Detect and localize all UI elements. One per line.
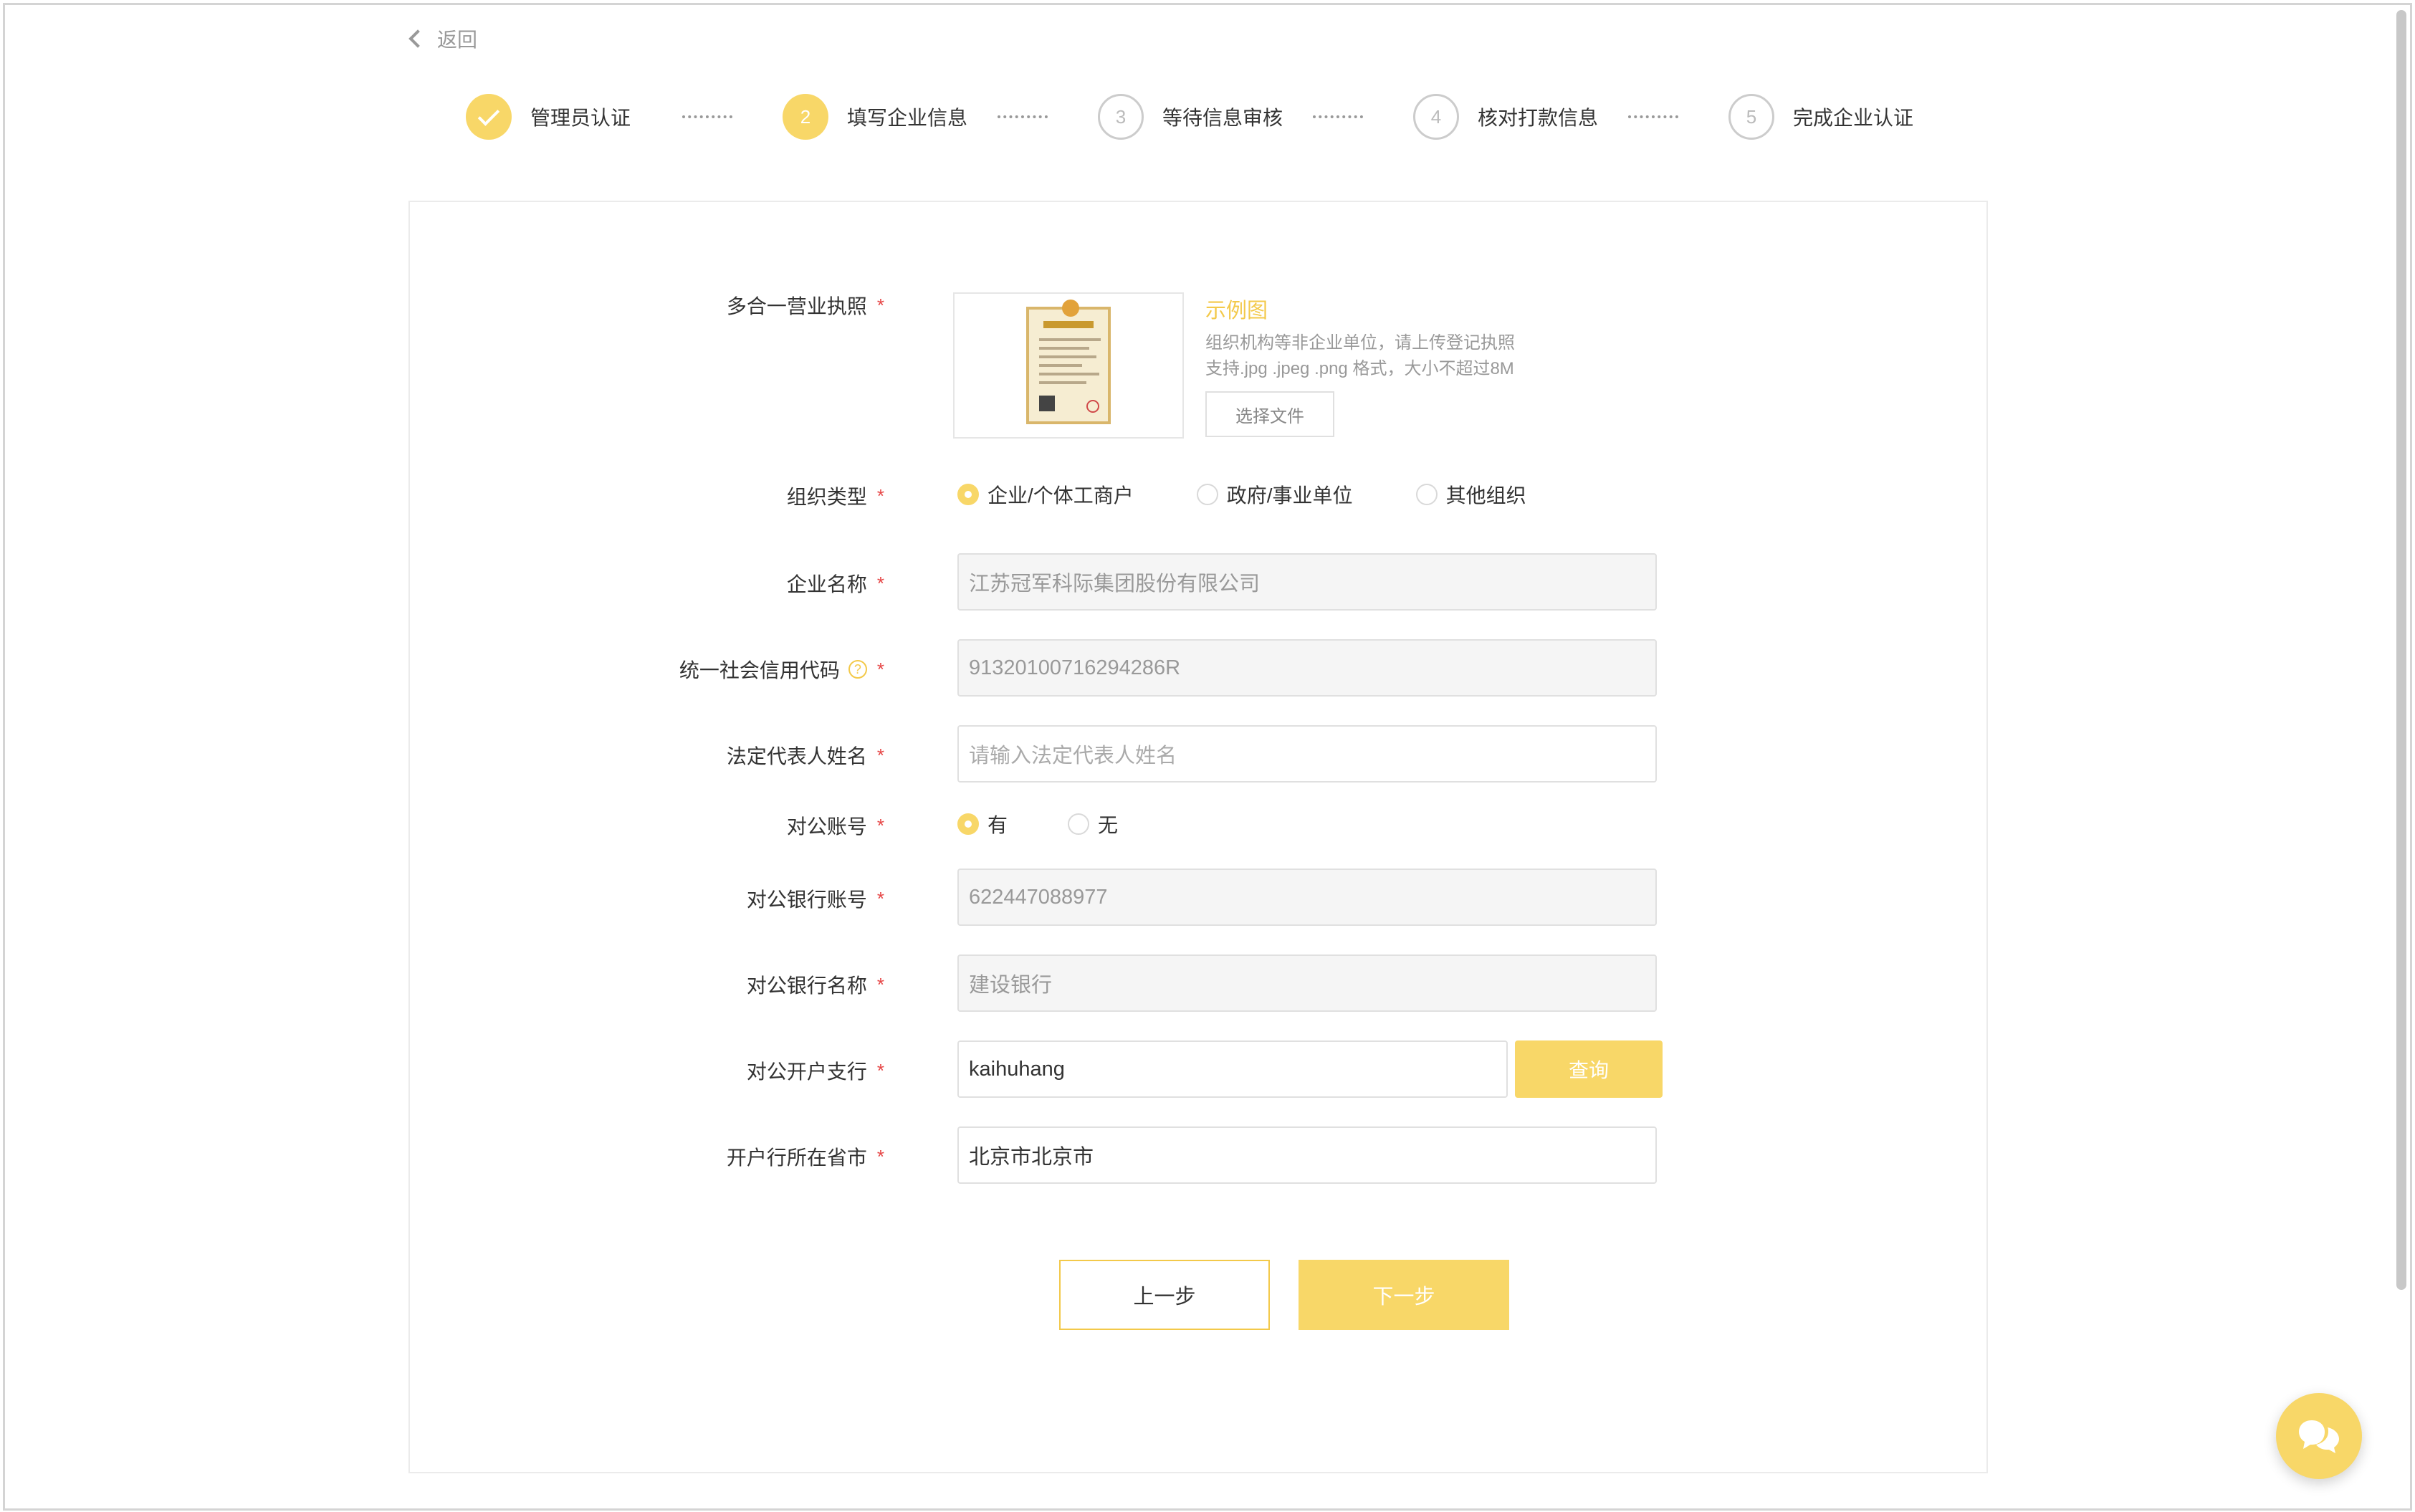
radio-government[interactable]: 政府/事业单位 (1196, 480, 1353, 509)
radio-unchecked-icon (1068, 813, 1090, 835)
step-label: 核对打款信息 (1478, 107, 1599, 129)
required-mark: * (876, 484, 884, 507)
radio-unchecked-icon (1415, 484, 1438, 505)
step-connector (1628, 115, 1678, 120)
bank-name-label: 对公银行名称 * (746, 973, 884, 997)
license-label: 多合一营业执照 * (726, 294, 884, 318)
form-card: 多合一营业执照 * 示例图 组织机构等非企业单位，请上传登记执照 支持.jpg … (408, 201, 1988, 1473)
example-image-link[interactable]: 示例图 (1205, 294, 1268, 324)
radio-no-account[interactable]: 无 (1068, 810, 1118, 838)
required-mark: * (876, 887, 884, 909)
step-review: 3 等待信息审核 (1098, 92, 1283, 142)
chat-button[interactable] (2276, 1393, 2362, 1479)
bank-region-label: 开户行所在省市 * (726, 1145, 884, 1169)
step-label: 完成企业认证 (1793, 107, 1914, 129)
step-company-info: 2 填写企业信息 (783, 92, 967, 142)
bank-branch-label: 对公开户支行 * (746, 1059, 884, 1083)
public-account-radio-group: 有 无 (957, 810, 1118, 838)
scrollbar-thumb[interactable] (2396, 10, 2406, 1290)
license-hint-1: 组织机构等非企业单位，请上传登记执照 (1205, 333, 1515, 353)
radio-checked-icon (957, 813, 979, 835)
step-payment-check: 4 核对打款信息 (1413, 92, 1598, 142)
radio-enterprise[interactable]: 企业/个体工商户 (957, 480, 1134, 509)
step-number: 2 (783, 94, 828, 140)
required-mark: * (876, 814, 884, 836)
step-connector (682, 115, 732, 120)
bank-account-field[interactable]: 622447088977 (957, 869, 1657, 926)
step-label: 管理员认证 (530, 107, 631, 129)
step-number: 4 (1413, 94, 1459, 140)
prev-step-button[interactable]: 上一步 (1059, 1260, 1270, 1330)
step-connector (1313, 115, 1363, 120)
choose-file-button[interactable]: 选择文件 (1205, 391, 1334, 437)
company-name-field[interactable]: 江苏冠军科际集团股份有限公司 (957, 553, 1657, 611)
check-icon (477, 103, 500, 126)
required-mark: * (876, 973, 884, 995)
required-mark: * (876, 294, 884, 316)
legal-rep-input[interactable]: 请输入法定代表人姓名 (957, 725, 1657, 783)
question-icon[interactable]: ? (848, 660, 867, 679)
radio-checked-icon (957, 484, 979, 505)
bank-branch-input[interactable]: kaihuhang (957, 1040, 1508, 1098)
step-complete: 5 完成企业认证 (1728, 92, 1913, 142)
radio-has-account[interactable]: 有 (957, 810, 1008, 838)
business-license-image (1026, 300, 1111, 424)
step-connector (998, 115, 1048, 120)
step-number: 3 (1098, 94, 1144, 140)
bank-region-select[interactable]: 北京市北京市 (957, 1126, 1657, 1184)
chevron-left-icon (408, 29, 427, 48)
back-link[interactable]: 返回 (406, 24, 477, 53)
step-done-circle (466, 94, 512, 140)
required-mark: * (876, 658, 884, 680)
radio-unchecked-icon (1196, 484, 1218, 505)
org-type-label: 组织类型 * (786, 484, 884, 509)
credit-code-label: 统一社会信用代码 ? * (679, 658, 884, 682)
bank-name-field[interactable]: 建设银行 (957, 954, 1657, 1012)
query-button[interactable]: 查询 (1515, 1040, 1663, 1098)
required-mark: * (876, 1059, 884, 1081)
radio-other-org[interactable]: 其他组织 (1415, 480, 1526, 509)
back-label: 返回 (437, 29, 478, 51)
credit-code-field[interactable]: 91320100716294286R (957, 639, 1657, 697)
step-label: 等待信息审核 (1162, 107, 1283, 129)
company-name-label: 企业名称 * (786, 572, 884, 596)
step-number: 5 (1728, 94, 1774, 140)
chat-bubble-icon (2299, 1420, 2339, 1453)
required-mark: * (876, 1145, 884, 1167)
legal-rep-label: 法定代表人姓名 * (726, 744, 884, 768)
step-label: 填写企业信息 (847, 107, 968, 129)
public-account-label: 对公账号 * (786, 814, 884, 838)
progress-steps: 管理员认证 2 填写企业信息 3 等待信息审核 4 核对打款信息 5 完成企业认… (466, 92, 1935, 142)
next-step-button[interactable]: 下一步 (1299, 1260, 1509, 1330)
license-preview[interactable] (953, 292, 1184, 439)
bank-account-label: 对公银行账号 * (746, 887, 884, 911)
step-admin-auth: 管理员认证 (466, 92, 631, 142)
license-hint-2: 支持.jpg .jpeg .png 格式，大小不超过8M (1205, 359, 1514, 378)
org-type-radio-group: 企业/个体工商户 政府/事业单位 其他组织 (957, 480, 1526, 509)
required-mark: * (876, 572, 884, 594)
required-mark: * (876, 744, 884, 766)
